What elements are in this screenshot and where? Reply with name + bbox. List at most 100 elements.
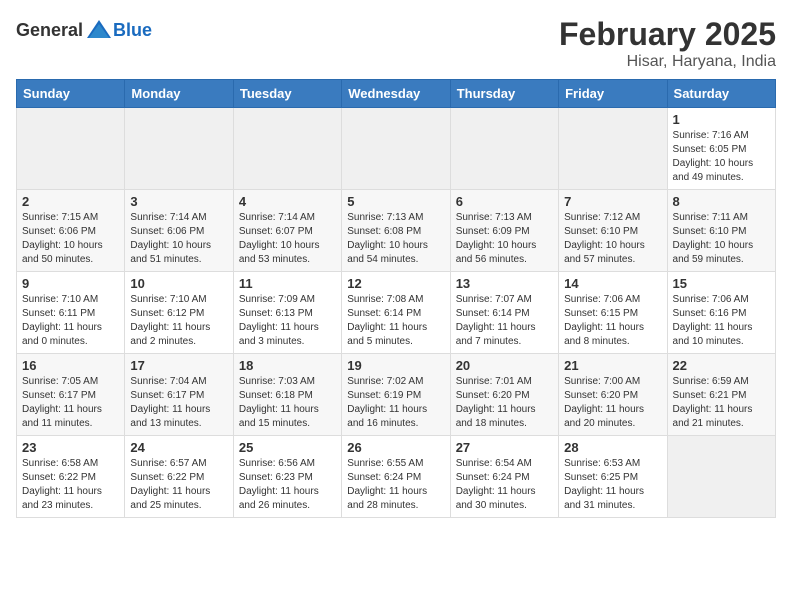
title-block: February 2025 Hisar, Haryana, India (559, 16, 776, 71)
day-number: 7 (564, 194, 661, 209)
day-info: Sunrise: 7:16 AMSunset: 6:05 PMDaylight:… (673, 129, 770, 185)
calendar-cell: 24 Sunrise: 6:57 AMSunset: 6:22 PMDayligh… (125, 436, 233, 518)
calendar-cell: 18Sunrise: 7:03 AMSunset: 6:18 PMDayligh… (233, 354, 341, 436)
calendar-week-row: 1Sunrise: 7:16 AMSunset: 6:05 PMDaylight… (17, 108, 776, 190)
calendar-week-row: 2Sunrise: 7:15 AMSunset: 6:06 PMDaylight… (17, 190, 776, 272)
day-info: Sunrise: 7:13 AMSunset: 6:09 PMDaylight:… (456, 211, 553, 267)
day-number: 15 (673, 276, 770, 291)
day-number: 12 (347, 276, 444, 291)
day-info: Sunrise: 7:08 AMSunset: 6:14 PMDaylight:… (347, 293, 444, 349)
calendar-cell: 4 Sunrise: 7:14 AMSunset: 6:07 PMDaylight… (233, 190, 341, 272)
calendar-cell: 21 Sunrise: 7:00 AMSunset: 6:20 PMDayligh… (559, 354, 667, 436)
day-number: 5 (347, 194, 444, 209)
day-number: 21 (564, 358, 661, 373)
day-info: Sunrise: 7:01 AMSunset: 6:20 PMDaylight:… (456, 375, 553, 431)
calendar-cell: 8 Sunrise: 7:11 AMSunset: 6:10 PMDaylight… (667, 190, 775, 272)
logo-general-text: General (16, 20, 83, 41)
day-of-week-header: Friday (559, 80, 667, 108)
day-info: Sunrise: 7:02 AMSunset: 6:19 PMDaylight:… (347, 375, 444, 431)
day-number: 16 (22, 358, 119, 373)
day-info: Sunrise: 7:04 AMSunset: 6:17 PMDaylight:… (130, 375, 227, 431)
day-info: Sunrise: 7:13 AMSunset: 6:08 PMDaylight:… (347, 211, 444, 267)
calendar-cell: 23Sunrise: 6:58 AMSunset: 6:22 PMDayligh… (17, 436, 125, 518)
calendar-cell (559, 108, 667, 190)
day-of-week-header: Thursday (450, 80, 558, 108)
day-number: 20 (456, 358, 553, 373)
calendar-cell: 7 Sunrise: 7:12 AMSunset: 6:10 PMDaylight… (559, 190, 667, 272)
calendar-subtitle: Hisar, Haryana, India (559, 53, 776, 71)
calendar-cell: 19 Sunrise: 7:02 AMSunset: 6:19 PMDayligh… (342, 354, 450, 436)
calendar-cell: 20 Sunrise: 7:01 AMSunset: 6:20 PMDayligh… (450, 354, 558, 436)
calendar-cell (667, 436, 775, 518)
day-number: 27 (456, 440, 553, 455)
calendar-cell: 11Sunrise: 7:09 AMSunset: 6:13 PMDayligh… (233, 272, 341, 354)
calendar-cell: 22 Sunrise: 6:59 AMSunset: 6:21 PMDayligh… (667, 354, 775, 436)
calendar-cell: 14 Sunrise: 7:06 AMSunset: 6:15 PMDayligh… (559, 272, 667, 354)
calendar-cell: 10Sunrise: 7:10 AMSunset: 6:12 PMDayligh… (125, 272, 233, 354)
day-info: Sunrise: 7:14 AMSunset: 6:06 PMDaylight:… (130, 211, 227, 267)
day-number: 13 (456, 276, 553, 291)
day-number: 28 (564, 440, 661, 455)
day-of-week-header: Saturday (667, 80, 775, 108)
calendar-week-row: 16 Sunrise: 7:05 AMSunset: 6:17 PMDayligh… (17, 354, 776, 436)
day-info: Sunrise: 6:58 AMSunset: 6:22 PMDaylight:… (22, 457, 119, 513)
day-number: 25 (239, 440, 336, 455)
days-of-week-row: SundayMondayTuesdayWednesdayThursdayFrid… (17, 80, 776, 108)
day-number: 10 (130, 276, 227, 291)
day-number: 24 (130, 440, 227, 455)
day-info: Sunrise: 6:59 AMSunset: 6:21 PMDaylight:… (673, 375, 770, 431)
day-info: Sunrise: 7:14 AMSunset: 6:07 PMDaylight:… (239, 211, 336, 267)
day-of-week-header: Wednesday (342, 80, 450, 108)
calendar-cell: 1Sunrise: 7:16 AMSunset: 6:05 PMDaylight… (667, 108, 775, 190)
logo-icon (85, 16, 113, 44)
calendar-cell: 6 Sunrise: 7:13 AMSunset: 6:09 PMDaylight… (450, 190, 558, 272)
day-info: Sunrise: 6:54 AMSunset: 6:24 PMDaylight:… (456, 457, 553, 513)
calendar-header: SundayMondayTuesdayWednesdayThursdayFrid… (17, 80, 776, 108)
calendar-body: 1Sunrise: 7:16 AMSunset: 6:05 PMDaylight… (17, 108, 776, 518)
day-info: Sunrise: 7:07 AMSunset: 6:14 PMDaylight:… (456, 293, 553, 349)
day-info: Sunrise: 6:55 AMSunset: 6:24 PMDaylight:… (347, 457, 444, 513)
calendar-cell: 17 Sunrise: 7:04 AMSunset: 6:17 PMDayligh… (125, 354, 233, 436)
day-info: Sunrise: 7:12 AMSunset: 6:10 PMDaylight:… (564, 211, 661, 267)
day-number: 8 (673, 194, 770, 209)
day-number: 9 (22, 276, 119, 291)
day-of-week-header: Tuesday (233, 80, 341, 108)
day-number: 22 (673, 358, 770, 373)
calendar-cell: 2Sunrise: 7:15 AMSunset: 6:06 PMDaylight… (17, 190, 125, 272)
day-info: Sunrise: 7:00 AMSunset: 6:20 PMDaylight:… (564, 375, 661, 431)
page-header: General Blue February 2025 Hisar, Haryan… (16, 16, 776, 71)
day-number: 17 (130, 358, 227, 373)
day-info: Sunrise: 7:06 AMSunset: 6:15 PMDaylight:… (564, 293, 661, 349)
calendar-cell (342, 108, 450, 190)
calendar-cell: 15 Sunrise: 7:06 AMSunset: 6:16 PMDayligh… (667, 272, 775, 354)
calendar-cell (17, 108, 125, 190)
day-number: 19 (347, 358, 444, 373)
calendar-cell: 9 Sunrise: 7:10 AMSunset: 6:11 PMDaylight… (17, 272, 125, 354)
calendar-cell: 28 Sunrise: 6:53 AMSunset: 6:25 PMDayligh… (559, 436, 667, 518)
day-number: 18 (239, 358, 336, 373)
day-of-week-header: Sunday (17, 80, 125, 108)
calendar-table: SundayMondayTuesdayWednesdayThursdayFrid… (16, 79, 776, 518)
logo-blue-text: Blue (113, 20, 152, 41)
day-of-week-header: Monday (125, 80, 233, 108)
day-info: Sunrise: 7:11 AMSunset: 6:10 PMDaylight:… (673, 211, 770, 267)
day-info: Sunrise: 6:53 AMSunset: 6:25 PMDaylight:… (564, 457, 661, 513)
calendar-week-row: 23Sunrise: 6:58 AMSunset: 6:22 PMDayligh… (17, 436, 776, 518)
day-number: 3 (130, 194, 227, 209)
day-info: Sunrise: 7:10 AMSunset: 6:11 PMDaylight:… (22, 293, 119, 349)
day-info: Sunrise: 7:05 AMSunset: 6:17 PMDaylight:… (22, 375, 119, 431)
day-info: Sunrise: 6:56 AMSunset: 6:23 PMDaylight:… (239, 457, 336, 513)
day-number: 6 (456, 194, 553, 209)
calendar-cell: 3 Sunrise: 7:14 AMSunset: 6:06 PMDaylight… (125, 190, 233, 272)
day-info: Sunrise: 7:06 AMSunset: 6:16 PMDaylight:… (673, 293, 770, 349)
day-number: 14 (564, 276, 661, 291)
calendar-cell: 26Sunrise: 6:55 AMSunset: 6:24 PMDayligh… (342, 436, 450, 518)
calendar-cell: 25 Sunrise: 6:56 AMSunset: 6:23 PMDayligh… (233, 436, 341, 518)
day-number: 4 (239, 194, 336, 209)
day-info: Sunrise: 6:57 AMSunset: 6:22 PMDaylight:… (130, 457, 227, 513)
calendar-cell: 27 Sunrise: 6:54 AMSunset: 6:24 PMDayligh… (450, 436, 558, 518)
calendar-cell (125, 108, 233, 190)
day-number: 11 (239, 276, 336, 291)
calendar-week-row: 9 Sunrise: 7:10 AMSunset: 6:11 PMDaylight… (17, 272, 776, 354)
calendar-title: February 2025 (559, 16, 776, 53)
